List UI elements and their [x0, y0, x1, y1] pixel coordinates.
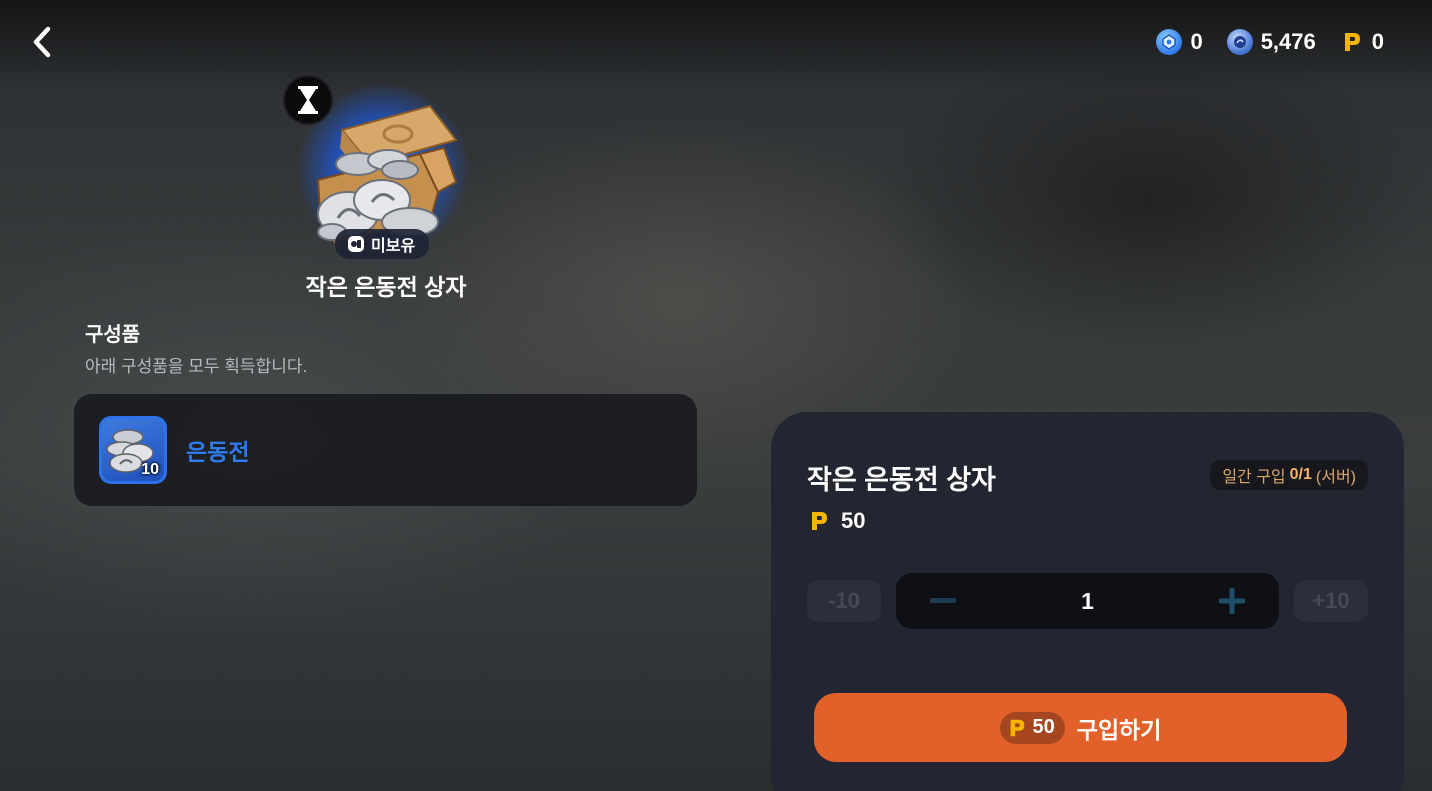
purchase-title: 작은 은동전 상자 — [807, 465, 996, 495]
limit-prefix: 일간 구입 — [1222, 469, 1286, 486]
product-title: 작은 은동전 상자 — [305, 274, 467, 300]
contents-heading: 구성품 — [85, 324, 141, 346]
currency-gem[interactable]: 0 — [1156, 29, 1203, 55]
ownership-badge: 미보유 — [335, 229, 430, 259]
gem-amount: 0 — [1190, 29, 1203, 54]
currency-gold-p[interactable]: 0 — [1340, 29, 1384, 55]
plus-icon — [1219, 588, 1245, 614]
contents-description: 아래 구성품을 모두 획득합니다. — [85, 357, 308, 376]
unit-price: 50 — [807, 508, 865, 534]
gold-p-icon — [812, 512, 827, 530]
purchase-panel: 작은 은동전 상자 일간 구입 0/1 (서버) 50 -10 1 +10 50… — [771, 412, 1404, 791]
silver-amount: 5,476 — [1260, 29, 1316, 54]
minus-icon — [930, 598, 956, 603]
quantity-stepper: 1 — [896, 573, 1279, 629]
buy-label: 구입하기 — [1076, 716, 1162, 743]
decrement-button[interactable] — [913, 573, 973, 629]
item-name: 은동전 — [186, 439, 250, 465]
blue-gem-coin-icon — [1156, 29, 1183, 55]
owned-status-icon — [348, 236, 364, 252]
limit-value: 0/1 — [1289, 466, 1312, 483]
chevron-left-icon — [33, 26, 51, 58]
item-count: 10 — [141, 461, 159, 478]
back-button[interactable] — [22, 22, 62, 62]
purchase-limit-badge: 일간 구입 0/1 (서버) — [1210, 460, 1368, 490]
gold-amount: 0 — [1371, 29, 1384, 54]
buy-price-chip: 50 — [999, 711, 1065, 744]
hourglass-icon — [298, 86, 318, 114]
ownership-label: 미보유 — [371, 238, 416, 255]
contents-item[interactable]: 10 은동전 — [74, 394, 697, 506]
silver-blue-coin-icon — [1226, 29, 1253, 55]
gold-p-icon — [1344, 33, 1360, 51]
minus-10-button[interactable]: -10 — [807, 580, 881, 622]
product-image: 미보유 — [280, 72, 490, 272]
limit-suffix: (서버) — [1315, 469, 1356, 486]
gold-p-icon — [1010, 719, 1024, 736]
plus-10-button[interactable]: +10 — [1294, 580, 1368, 622]
buy-button[interactable]: 50 구입하기 — [814, 693, 1347, 762]
timer-badge — [283, 75, 333, 125]
increment-button[interactable] — [1202, 573, 1262, 629]
buy-price-value: 50 — [1032, 716, 1055, 738]
currency-silver[interactable]: 5,476 — [1226, 29, 1316, 55]
unit-price-value: 50 — [841, 508, 866, 533]
silver-coin-stack-icon: 10 — [99, 416, 167, 484]
currency-bar: 0 5,476 0 — [1156, 28, 1384, 56]
